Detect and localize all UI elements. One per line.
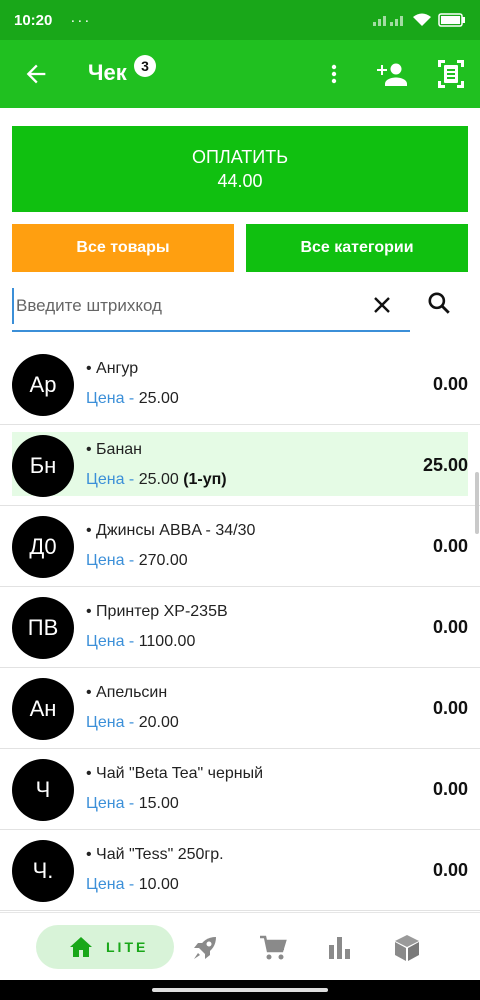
- product-row[interactable]: Ч. • Чай "Tess" 250гр. Цена - 10.00 0.00: [0, 830, 480, 911]
- product-price: 1100.00: [134, 633, 196, 650]
- avatar: Ч: [12, 759, 74, 821]
- price-label: Цена -: [86, 795, 135, 812]
- box-icon[interactable]: [392, 933, 422, 963]
- bottom-nav: LITE: [0, 912, 480, 980]
- product-name: • Ангур: [86, 360, 139, 377]
- search-icon[interactable]: [426, 290, 452, 316]
- close-icon[interactable]: [370, 293, 394, 317]
- all-products-button[interactable]: Все товары: [12, 224, 234, 272]
- product-price: 20.00: [134, 714, 179, 731]
- rocket-icon[interactable]: [190, 933, 220, 963]
- row-total: 0.00: [432, 617, 468, 637]
- product-name: • Чай "Beta Tea" черный: [86, 765, 264, 782]
- pay-button[interactable]: ОПЛАТИТЬ 44.00: [12, 126, 468, 212]
- row-total: 0.00: [432, 698, 468, 718]
- wifi-icon: [413, 13, 431, 26]
- price-label: Цена -: [86, 471, 135, 488]
- home-icon: [70, 937, 92, 957]
- product-row[interactable]: ПВ • Принтер XP-235B Цена - 1100.00 0.00: [0, 587, 480, 668]
- all-categories-button[interactable]: Все категории: [246, 224, 468, 272]
- receipt-count-badge: 3: [134, 55, 156, 77]
- status-dots: ···: [70, 11, 92, 29]
- avatar: ПВ: [12, 597, 74, 659]
- barcode-input[interactable]: [12, 288, 352, 324]
- lite-label: LITE: [106, 939, 149, 955]
- product-row[interactable]: Ан • Апельсин Цена - 20.00 0.00: [0, 668, 480, 749]
- price-line: Цена - 15.00: [86, 795, 179, 813]
- price-label: Цена -: [86, 390, 135, 407]
- cart-icon[interactable]: [258, 933, 288, 963]
- price-label: Цена -: [86, 633, 135, 650]
- product-row[interactable]: Бн • Банан Цена - 25.00 (1-уп) 25.00: [0, 425, 480, 506]
- product-price: 10.00: [134, 876, 179, 893]
- status-time: 10:20: [14, 11, 53, 29]
- price-line: Цена - 25.00: [86, 390, 179, 408]
- price-line: Цена - 10.00: [86, 876, 179, 894]
- row-total: 0.00: [432, 779, 468, 799]
- avatar: Бн: [12, 435, 74, 497]
- product-name: • Апельсин: [86, 684, 168, 701]
- home-gesture-handle[interactable]: [152, 988, 328, 992]
- page-title: Чек: [88, 60, 127, 85]
- bar-chart-icon[interactable]: [324, 933, 354, 963]
- product-price: 25.00: [134, 471, 184, 488]
- product-name: • Банан: [86, 441, 143, 458]
- product-name: • Принтер XP-235B: [86, 603, 228, 620]
- system-nav-bar: [0, 980, 480, 1000]
- more-vert-icon[interactable]: [322, 60, 346, 88]
- avatar: Ан: [12, 678, 74, 740]
- row-total: 0.00: [432, 860, 468, 880]
- scanner-icon[interactable]: [436, 58, 466, 90]
- product-row[interactable]: Д0 • Джинсы ABBA - 34/30 Цена - 270.00 0…: [0, 506, 480, 587]
- price-line: Цена - 25.00 (1-уп): [86, 471, 227, 489]
- product-price: 15.00: [134, 795, 179, 812]
- price-line: Цена - 20.00: [86, 714, 179, 732]
- pay-label: ОПЛАТИТЬ: [191, 147, 289, 167]
- product-name: • Чай "Tess" 250гр.: [86, 846, 224, 863]
- row-total: 0.00: [432, 536, 468, 556]
- product-list: Ар • Ангур Цена - 25.00 0.00 Бн • Банан …: [0, 344, 480, 912]
- product-row[interactable]: Ч • Чай "Beta Tea" черный Цена - 15.00 0…: [0, 749, 480, 830]
- status-icons: [372, 12, 466, 28]
- avatar: Ч.: [12, 840, 74, 902]
- price-label: Цена -: [86, 552, 135, 569]
- arrow-back-icon[interactable]: [22, 60, 50, 88]
- battery-icon: [438, 13, 465, 27]
- product-name: • Джинсы ABBA - 34/30: [86, 522, 256, 539]
- person-add-icon[interactable]: [376, 60, 408, 88]
- app-bar: Чек 3: [0, 40, 480, 108]
- unit-note: (1-уп): [183, 471, 227, 488]
- price-line: Цена - 270.00: [86, 552, 188, 570]
- avatar: Д0: [12, 516, 74, 578]
- avatar: Ар: [12, 354, 74, 416]
- price-line: Цена - 1100.00: [86, 633, 195, 651]
- product-price: 270.00: [134, 552, 188, 569]
- status-bar: 10:20 ···: [0, 0, 480, 40]
- price-label: Цена -: [86, 876, 135, 893]
- pay-amount: 44.00: [217, 171, 263, 191]
- row-total: 0.00: [432, 374, 468, 394]
- price-label: Цена -: [86, 714, 135, 731]
- row-total: 25.00: [422, 455, 468, 475]
- nav-home-lite[interactable]: LITE: [36, 925, 174, 969]
- signal-icon: [373, 16, 403, 26]
- barcode-field: [12, 284, 410, 332]
- row-highlight: [12, 432, 468, 496]
- product-row[interactable]: Ар • Ангур Цена - 25.00 0.00: [0, 344, 480, 425]
- scrollbar[interactable]: [475, 472, 479, 534]
- product-price: 25.00: [134, 390, 179, 407]
